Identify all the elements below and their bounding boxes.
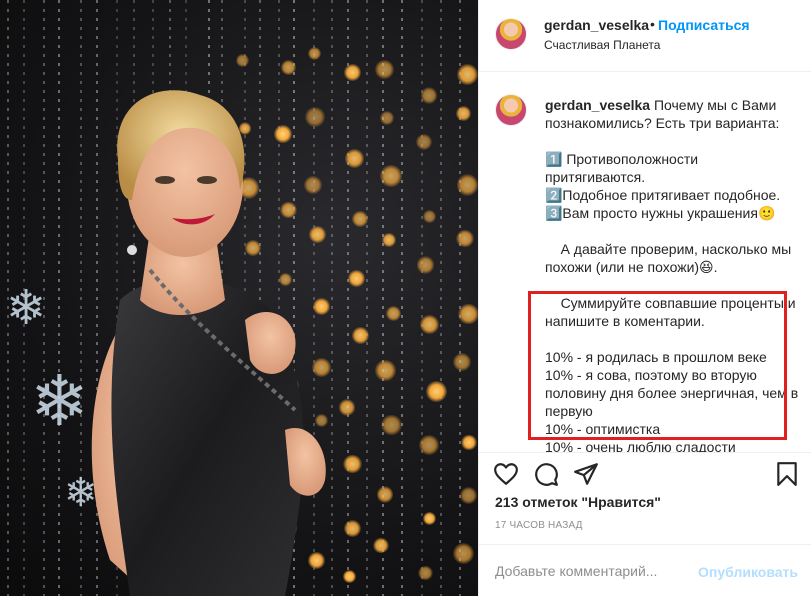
post-location[interactable]: Счастливая Планета: [544, 38, 660, 52]
comment-bar: Опубликовать: [479, 544, 811, 597]
author-avatar[interactable]: [495, 18, 527, 50]
comment-icon[interactable]: [533, 461, 559, 487]
caption-body: Почему мы с Вами познакомились? Есть три…: [545, 97, 799, 452]
header-separator: •: [650, 16, 655, 32]
heart-icon[interactable]: [493, 461, 519, 487]
caption-section: gerdan_veselka Почему мы с Вами познаком…: [479, 72, 811, 452]
woman-portrait: [91, 90, 326, 596]
post-photo[interactable]: ❄ ❄ ❄: [0, 0, 478, 596]
publish-comment-button[interactable]: Опубликовать: [698, 564, 798, 580]
follow-button[interactable]: Подписаться: [658, 17, 750, 33]
comment-input[interactable]: [495, 545, 695, 597]
post-details-panel: gerdan_veselka • Подписаться Счастливая …: [478, 0, 811, 597]
likes-count[interactable]: 213 отметок "Нравится": [495, 494, 661, 510]
share-icon[interactable]: [573, 461, 599, 487]
post-timestamp[interactable]: 17 ЧАСОВ НАЗАД: [495, 520, 583, 531]
caption-text: gerdan_veselka Почему мы с Вами познаком…: [545, 96, 800, 452]
caption-username[interactable]: gerdan_veselka: [545, 97, 650, 113]
caption-author-avatar[interactable]: [495, 94, 527, 126]
action-bar: [479, 452, 811, 492]
bookmark-icon[interactable]: [774, 461, 800, 487]
post-header: gerdan_veselka • Подписаться Счастливая …: [479, 0, 811, 72]
author-username[interactable]: gerdan_veselka: [544, 17, 649, 33]
